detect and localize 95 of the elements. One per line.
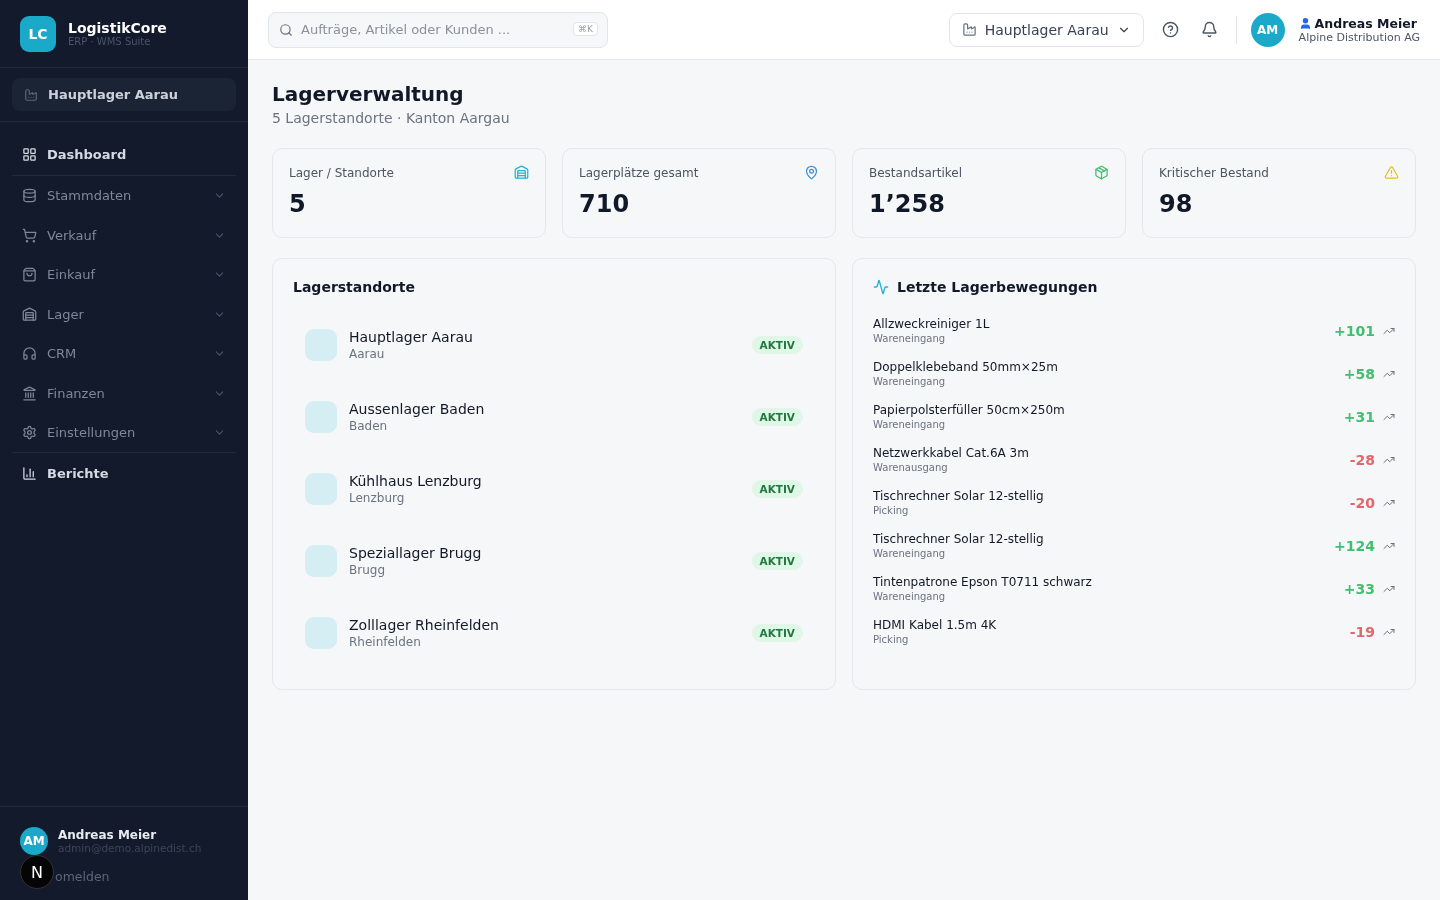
movement-type: Picking <box>873 505 910 516</box>
page-subtitle: 5 Lagerstandorte · Kanton Aargau <box>272 110 511 126</box>
map-pin-icon <box>804 165 819 180</box>
location-name: Zolllager Rheinfelden <box>349 617 500 633</box>
stat-value: 710 <box>579 190 631 218</box>
movement-quantity: -19 <box>1349 623 1375 640</box>
location-name: Speziallager Brugg <box>349 545 483 561</box>
logout-link[interactable]: omelden <box>55 869 110 884</box>
status-badge: AKTIV <box>751 624 803 642</box>
movement-item: HDMI Kabel 1.5m 4K <box>873 618 998 632</box>
stat-label: Bestandsartikel <box>869 165 962 180</box>
user-icon <box>1298 16 1312 30</box>
headset-icon <box>22 346 37 362</box>
movement-type: Wareneingang <box>873 548 947 559</box>
movement-type: Warenausgang <box>873 462 949 473</box>
movement-item: Tischrechner Solar 12-stellig <box>873 532 1045 546</box>
nav-item[interactable]: Stammdaten <box>12 176 236 216</box>
dev-badge[interactable]: N <box>20 855 54 889</box>
location-city: Brugg <box>349 563 386 577</box>
movement-type: Wareneingang <box>873 591 947 602</box>
movement-quantity: +58 <box>1343 365 1375 382</box>
company-name: Alpine Distribution AG <box>1298 30 1420 44</box>
bar-chart-icon <box>22 466 37 481</box>
status-badge: AKTIV <box>751 408 803 426</box>
location-icon <box>305 545 337 577</box>
factory-icon <box>24 87 38 102</box>
user-avatar[interactable]: AM <box>1250 12 1285 47</box>
page-title: Lagerverwaltung <box>272 82 465 106</box>
movement-item: Doppelklebeband 50mm×25m <box>873 360 1059 374</box>
app-subtitle: ERP · WMS Suite <box>68 36 152 47</box>
grid-icon <box>22 147 37 162</box>
movement-quantity: +33 <box>1343 580 1375 597</box>
package-icon <box>1094 165 1109 180</box>
movement-quantity: -20 <box>1349 494 1375 511</box>
movement-type: Wareneingang <box>873 419 947 430</box>
nav-item[interactable]: Berichte <box>12 452 236 495</box>
status-badge: AKTIV <box>751 336 803 354</box>
location-icon <box>305 329 337 361</box>
movement-item: Tischrechner Solar 12-stellig <box>873 489 1045 503</box>
warehouse-icon <box>514 165 529 180</box>
location-city: Aarau <box>349 347 386 361</box>
movement-item: Papierpolsterfüller 50cm×250m <box>873 403 1066 417</box>
user-avatar: AM <box>20 827 48 855</box>
nav-item[interactable]: CRM <box>12 334 236 374</box>
nav-item[interactable]: Verkauf <box>12 215 236 255</box>
location-city: Lenzburg <box>349 491 406 505</box>
location-icon <box>305 473 337 505</box>
cart-icon <box>22 227 37 243</box>
location-icon <box>305 401 337 433</box>
factory-icon <box>961 22 977 37</box>
user-name: Andreas Meier <box>1314 15 1417 31</box>
nav-item[interactable]: Einkauf <box>12 255 236 295</box>
activity-icon <box>873 279 889 295</box>
stat-value: 5 <box>289 190 307 218</box>
movement-item: Tintenpatrone Epson T0711 schwarz <box>873 575 1093 589</box>
warehouse-dropdown[interactable]: Hauptlager Aarau <box>948 12 1144 47</box>
card-title: Letzte Lagerbewegungen <box>897 279 1098 295</box>
nav-item[interactable]: Lager <box>12 294 236 334</box>
movement-type: Wareneingang <box>873 333 947 344</box>
location-name: Kühlhaus Lenzburg <box>349 473 483 489</box>
movement-type: Picking <box>873 634 910 645</box>
location-name: Hauptlager Aarau <box>349 329 474 345</box>
bag-icon <box>22 267 37 283</box>
stat-value: 98 <box>1159 190 1194 218</box>
status-badge: AKTIV <box>751 552 803 570</box>
database-icon <box>22 188 37 204</box>
location-name: Aussenlager Baden <box>349 401 486 417</box>
bank-icon <box>22 385 37 401</box>
search-icon <box>279 22 293 37</box>
movement-quantity: +101 <box>1334 322 1375 339</box>
movement-quantity: +124 <box>1334 537 1375 554</box>
settings-icon <box>22 424 37 440</box>
app-logo: LC <box>20 15 56 52</box>
movement-quantity: -28 <box>1349 451 1375 468</box>
location-icon <box>305 617 337 649</box>
user-name: Andreas Meier <box>58 828 158 842</box>
nav-item[interactable]: Dashboard <box>12 134 236 176</box>
stat-label: Kritischer Bestand <box>1159 165 1269 180</box>
status-badge: AKTIV <box>751 480 803 498</box>
location-city: Baden <box>349 419 389 433</box>
nav-item[interactable]: Einstellungen <box>12 413 236 453</box>
nav-item[interactable]: Finanzen <box>12 373 236 413</box>
movement-item: Allzweckreiniger 1L <box>873 317 991 331</box>
movement-type: Wareneingang <box>873 376 947 387</box>
warning-icon <box>1384 165 1399 180</box>
movement-item: Netzwerkkabel Cat.6A 3m <box>873 446 1030 460</box>
warehouse-icon <box>22 306 37 322</box>
stat-value: 1’258 <box>869 190 946 218</box>
warehouse-selector[interactable]: Hauptlager Aarau <box>12 78 236 111</box>
location-city: Rheinfelden <box>349 635 422 649</box>
stat-label: Lagerplätze gesamt <box>579 165 699 180</box>
movement-quantity: +31 <box>1343 408 1375 425</box>
app-name: LogistikCore <box>68 20 167 36</box>
stat-label: Lager / Standorte <box>289 165 394 180</box>
card-title: Lagerstandorte <box>293 279 416 295</box>
